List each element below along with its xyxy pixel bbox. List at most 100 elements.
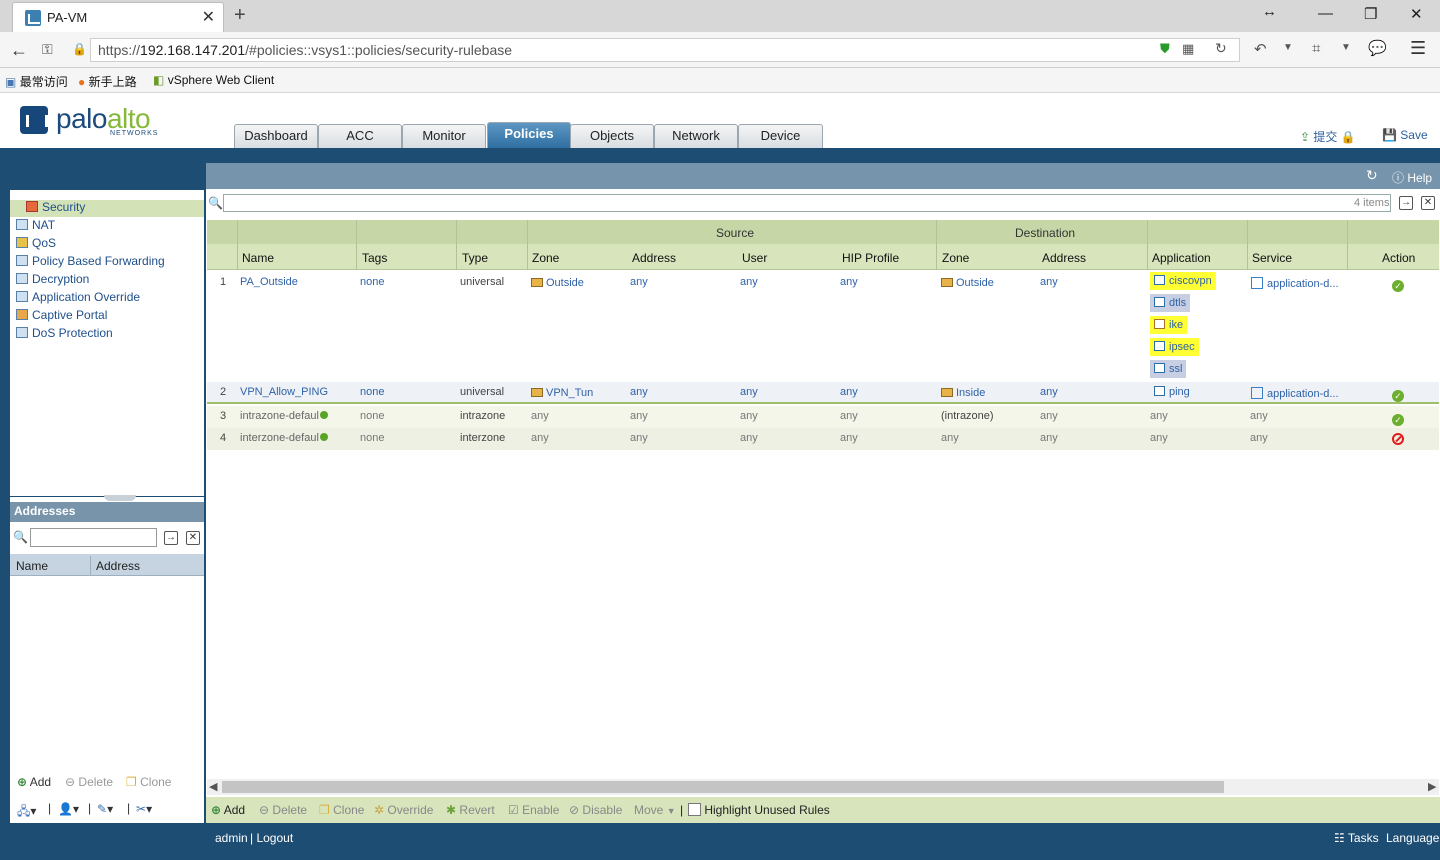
tab-network[interactable]: Network bbox=[654, 124, 738, 148]
rule-service[interactable]: application-d... bbox=[1251, 387, 1339, 400]
rule-service[interactable]: application-d... bbox=[1251, 277, 1339, 290]
rule-source-zone[interactable]: Outside bbox=[531, 277, 584, 289]
scrollbar-thumb[interactable] bbox=[222, 781, 1224, 793]
addresses-col-address[interactable]: Address bbox=[96, 559, 140, 573]
key-icon[interactable]: ⚿ bbox=[42, 41, 53, 58]
rule-user[interactable]: any bbox=[740, 386, 758, 398]
minimize-icon[interactable]: — bbox=[1318, 5, 1333, 22]
addresses-search-input[interactable] bbox=[30, 528, 157, 547]
nav-qos[interactable]: QoS bbox=[16, 236, 56, 253]
clear-filter-icon[interactable]: ✕ bbox=[1421, 196, 1435, 210]
application-item[interactable]: ipsec bbox=[1150, 338, 1199, 356]
col-source-zone[interactable]: Zone bbox=[532, 251, 559, 265]
tab-dashboard[interactable]: Dashboard bbox=[234, 124, 318, 148]
tools-menu-button[interactable]: ✂▾ bbox=[136, 802, 152, 816]
rule-name[interactable]: intrazone-defaul bbox=[240, 410, 328, 422]
scroll-right-icon[interactable]: ▶ bbox=[1428, 780, 1436, 793]
rule-source-address[interactable]: any bbox=[630, 386, 648, 398]
application-item[interactable]: dtls bbox=[1150, 294, 1191, 312]
revert-rule-button[interactable]: ✱ Revert bbox=[446, 803, 495, 817]
disable-rule-button[interactable]: ⊘ Disable bbox=[569, 803, 622, 817]
tab-objects[interactable]: Objects bbox=[570, 124, 654, 148]
qr-code-icon[interactable]: ▦ bbox=[1182, 41, 1194, 57]
delete-rule-button[interactable]: ⊖ Delete bbox=[259, 803, 307, 817]
tab-acc[interactable]: ACC bbox=[318, 124, 402, 148]
rule-tags[interactable]: none bbox=[360, 386, 384, 398]
bookmark-vsphere[interactable]: ◧ vSphere Web Client bbox=[153, 73, 274, 87]
rule-source-zone[interactable]: VPN_Tun bbox=[531, 387, 593, 399]
rule-name[interactable]: PA_Outside bbox=[240, 276, 298, 288]
scroll-left-icon[interactable]: ◀ bbox=[209, 780, 217, 793]
chevron-down-icon[interactable]: ▼ bbox=[1283, 42, 1293, 53]
col-user[interactable]: User bbox=[742, 251, 767, 265]
addresses-clone-button[interactable]: ❐ Clone bbox=[126, 775, 171, 789]
tab-policies[interactable]: Policies bbox=[487, 122, 571, 148]
highlight-unused-rules-checkbox[interactable]: Highlight Unused Rules bbox=[688, 803, 830, 817]
url-text[interactable]: https://192.168.147.201/#policies::vsys1… bbox=[98, 42, 512, 58]
save-button[interactable]: 💾 Save bbox=[1382, 128, 1428, 142]
col-application[interactable]: Application bbox=[1152, 251, 1211, 265]
back-arrow-icon[interactable]: ← bbox=[10, 40, 28, 61]
lock-config-icon[interactable]: 🔒 bbox=[1341, 130, 1356, 144]
col-destination-address[interactable]: Address bbox=[1042, 251, 1086, 265]
rule-source-address[interactable]: any bbox=[630, 276, 648, 288]
col-destination-zone[interactable]: Zone bbox=[942, 251, 969, 265]
col-type[interactable]: Type bbox=[462, 251, 488, 265]
reload-icon[interactable]: ↻ bbox=[1215, 40, 1227, 57]
override-rule-button[interactable]: ✲ Override bbox=[374, 803, 433, 817]
addresses-delete-button[interactable]: ⊖ Delete bbox=[65, 775, 113, 789]
clone-rule-button[interactable]: ❐ Clone bbox=[319, 803, 364, 817]
rule-name[interactable]: VPN_Allow_PING bbox=[240, 386, 328, 398]
panel-splitter-handle[interactable] bbox=[104, 495, 136, 501]
apply-filter-icon[interactable]: → bbox=[1399, 196, 1413, 210]
rule-tags[interactable]: none bbox=[360, 276, 384, 288]
rule-name[interactable]: interzone-defaul bbox=[240, 432, 328, 444]
col-name[interactable]: Name bbox=[242, 251, 274, 265]
nav-nat[interactable]: NAT bbox=[16, 218, 55, 235]
crop-icon[interactable]: ⌗ bbox=[1312, 40, 1320, 57]
shield-icon[interactable]: ⛊ bbox=[1160, 41, 1170, 57]
objects-menu-button[interactable]: 🖧▾ bbox=[17, 802, 36, 823]
move-rule-button[interactable]: Move ▼ bbox=[634, 803, 676, 817]
restore-icon[interactable]: ❐ bbox=[1364, 5, 1377, 23]
rule-destination-address[interactable]: any bbox=[1040, 276, 1058, 288]
application-item[interactable]: ssl bbox=[1150, 360, 1187, 378]
resize-icon[interactable]: ↔ bbox=[1262, 3, 1277, 20]
nav-application-override[interactable]: Application Override bbox=[16, 290, 140, 307]
col-tags[interactable]: Tags bbox=[362, 251, 387, 265]
enable-rule-button[interactable]: ☑ Enable bbox=[508, 803, 559, 817]
help-button[interactable]: ⓘ Help bbox=[1392, 169, 1432, 186]
menu-icon[interactable]: ☰ bbox=[1410, 38, 1426, 59]
col-action[interactable]: Action bbox=[1382, 251, 1415, 265]
new-tab-icon[interactable]: + bbox=[234, 4, 246, 27]
application-item[interactable]: ciscovpn bbox=[1150, 272, 1216, 290]
nav-decryption[interactable]: Decryption bbox=[16, 272, 89, 289]
edit-menu-button[interactable]: ✎▾ bbox=[97, 802, 113, 816]
refresh-icon[interactable]: ↻ bbox=[1366, 167, 1378, 184]
nav-captive-portal[interactable]: Captive Portal bbox=[16, 308, 107, 325]
add-rule-button[interactable]: ⊕ Add bbox=[211, 803, 245, 817]
language-link[interactable]: Language bbox=[1386, 831, 1439, 845]
undo-icon[interactable]: ↶ bbox=[1254, 40, 1267, 58]
tab-monitor[interactable]: Monitor bbox=[402, 124, 486, 148]
clear-filter-icon[interactable]: ✕ bbox=[186, 531, 200, 545]
addresses-add-button[interactable]: ⊕ Add bbox=[17, 775, 51, 789]
rule-hip-profile[interactable]: any bbox=[840, 386, 858, 398]
chevron-down-icon[interactable]: ▼ bbox=[1341, 42, 1351, 53]
close-tab-icon[interactable]: ✕ bbox=[202, 7, 215, 27]
commit-button[interactable]: ⇪ 提交 🔒 bbox=[1300, 128, 1356, 145]
rule-hip-profile[interactable]: any bbox=[840, 276, 858, 288]
apply-filter-icon[interactable]: → bbox=[164, 531, 178, 545]
rule-destination-zone[interactable]: Inside bbox=[941, 387, 985, 399]
tasks-button[interactable]: ☷ Tasks bbox=[1334, 831, 1379, 845]
logout-link[interactable]: | Logout bbox=[250, 831, 293, 845]
rulebase-filter-input[interactable] bbox=[223, 194, 1391, 212]
col-service[interactable]: Service bbox=[1252, 251, 1292, 265]
application-item[interactable]: ping bbox=[1150, 383, 1194, 401]
rule-destination-zone[interactable]: Outside bbox=[941, 277, 994, 289]
browser-tab[interactable]: PA-VM ✕ bbox=[12, 2, 224, 32]
users-menu-button[interactable]: 👤▾ bbox=[58, 802, 79, 816]
close-window-icon[interactable]: ✕ bbox=[1410, 5, 1423, 23]
tab-device[interactable]: Device bbox=[738, 124, 823, 148]
nav-security[interactable]: Security bbox=[10, 200, 204, 217]
